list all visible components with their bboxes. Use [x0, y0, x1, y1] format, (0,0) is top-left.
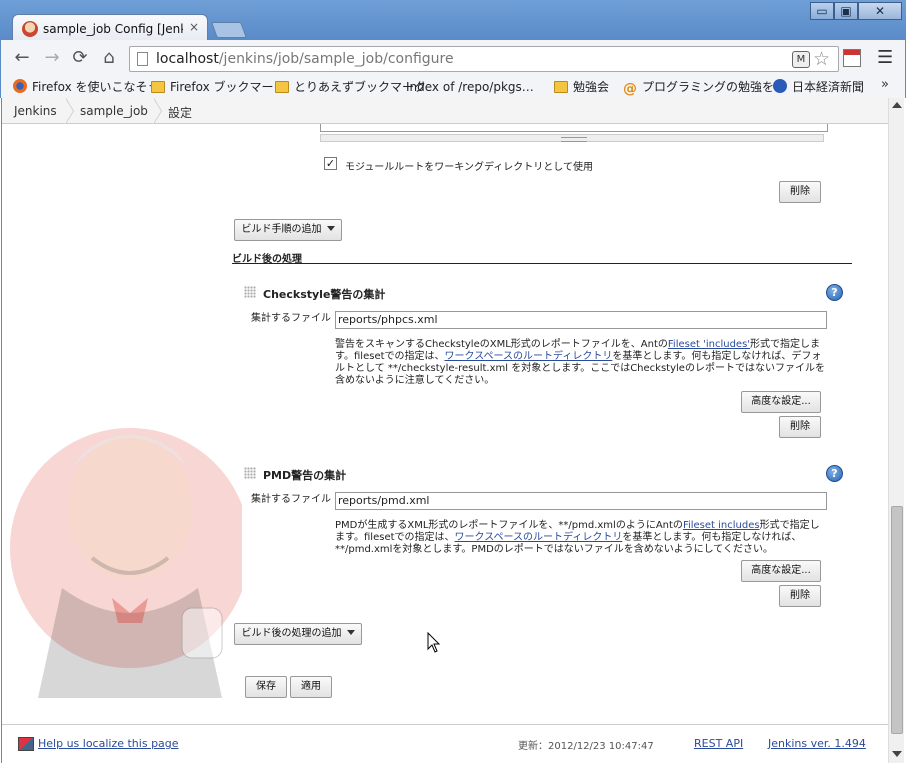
bookmark-item[interactable]: Index of /repo/pkgs…: [406, 78, 534, 189]
vertical-scrollbar[interactable]: [888, 98, 904, 763]
delete-button[interactable]: 削除: [779, 181, 821, 203]
jenkins-butler-icon: [10, 428, 242, 698]
textarea-resize-handle[interactable]: [320, 134, 824, 142]
jenkins-favicon-icon: [22, 21, 38, 37]
reload-icon[interactable]: ⟳: [69, 48, 91, 70]
calendar-extension-icon[interactable]: [843, 49, 861, 67]
bookmark-label: 勉強会: [573, 80, 610, 94]
breadcrumb-jenkins[interactable]: Jenkins: [14, 104, 57, 118]
pmd-title: PMD警告の集計: [263, 469, 347, 482]
bookmark-star-icon[interactable]: ☆: [813, 48, 830, 70]
bookmark-item[interactable]: とりあえずブックマーク: [275, 78, 426, 96]
browser-menu-icon[interactable]: ☰: [877, 47, 893, 68]
bookmark-label: 日本経済新聞: [792, 80, 865, 94]
folder-icon: [151, 81, 165, 93]
bookmark-label: Firefox を使いこなそう: [32, 80, 160, 94]
tab-title: sample_job Config [Jenkins: [43, 22, 183, 36]
delete-button[interactable]: 削除: [779, 585, 821, 607]
page-icon: [137, 52, 148, 66]
delete-button[interactable]: 削除: [779, 416, 821, 438]
help-icon[interactable]: ?: [826, 465, 843, 482]
help-text-part: PMDが生成するXML形式のレポートファイルを、**/pmd.xmlのようにAn…: [335, 520, 683, 531]
checkstyle-title: Checkstyle警告の集計: [263, 288, 386, 301]
bookmark-item[interactable]: Firefox ブックマーク: [151, 78, 286, 96]
pmd-field-label: 集計するファイル: [251, 494, 331, 505]
new-tab-button[interactable]: [211, 22, 247, 38]
bookmarks-bar: Firefox を使いこなそう Firefox ブックマーク とりあえずブックマ…: [0, 76, 906, 189]
paw-icon: [773, 79, 787, 93]
module-root-checkbox[interactable]: ✓: [324, 157, 337, 170]
tab-close-icon[interactable]: ×: [189, 20, 199, 34]
at-icon: @: [623, 81, 637, 97]
pmd-help-text: PMDが生成するXML形式のレポートファイルを、**/pmd.xmlのようにAn…: [335, 520, 825, 556]
browser-tab[interactable]: sample_job Config [Jenkins ×: [12, 14, 208, 42]
url-text: localhost/jenkins/job/sample_job/configu…: [156, 51, 454, 67]
home-icon[interactable]: ⌂: [98, 48, 120, 70]
post-build-section-header: ビルド後の処理: [232, 250, 852, 265]
module-root-label: モジュールルートをワーキングディレクトリとして使用: [345, 162, 593, 173]
jenkins-version-link[interactable]: Jenkins ver. 1.494: [768, 737, 866, 750]
window-titlebar: sample_job Config [Jenkins × ▭ ▣ ✕: [0, 0, 906, 42]
breadcrumb-separator: [65, 98, 76, 124]
pmd-pattern-input[interactable]: reports/pmd.xml: [335, 492, 827, 510]
maximize-button[interactable]: ▣: [834, 2, 858, 20]
scroll-up-icon[interactable]: [892, 102, 902, 108]
forward-arrow-icon[interactable]: →: [41, 48, 63, 70]
bookmark-label: Firefox ブックマーク: [170, 80, 286, 94]
scroll-down-icon[interactable]: [892, 751, 902, 757]
checkstyle-pattern-input[interactable]: reports/phpcs.xml: [335, 311, 827, 329]
help-icon[interactable]: ?: [826, 284, 843, 301]
add-post-build-label: ビルド後の処理の追加: [241, 628, 342, 639]
url-path: /jenkins/job/sample_job/configure: [218, 51, 454, 67]
bookmark-item[interactable]: 勉強会: [554, 78, 609, 96]
extension-icon[interactable]: M: [792, 51, 810, 68]
apply-button[interactable]: 適用: [290, 676, 332, 698]
mouse-cursor-icon: [427, 632, 441, 653]
close-window-button[interactable]: ✕: [858, 2, 902, 20]
bookmarks-more-icon[interactable]: »: [881, 77, 889, 92]
back-arrow-icon[interactable]: ←: [11, 48, 33, 70]
add-build-step-button[interactable]: ビルド手順の追加: [234, 219, 342, 241]
advanced-settings-button[interactable]: 高度な設定...: [741, 560, 821, 582]
drag-handle-icon[interactable]: [244, 467, 256, 479]
checkstyle-field-label: 集計するファイル: [251, 313, 331, 324]
firefox-icon: [13, 79, 27, 93]
bookmark-item[interactable]: @ プログラミングの勉強を…: [623, 78, 786, 96]
workspace-root-link[interactable]: ワークスペースのルートディレクトリ: [445, 351, 613, 362]
help-text-part: 警告をスキャンするCheckstyleのXML形式のレポートファイルを、Antの: [335, 339, 668, 350]
bookmark-label: プログラミングの勉強を…: [642, 80, 787, 94]
bookmark-item[interactable]: 日本経済新聞: [773, 78, 864, 96]
last-updated-text: 更新：2012/12/23 10:47:47: [518, 741, 654, 752]
scroll-thumb[interactable]: [891, 506, 903, 734]
chevron-down-icon: [346, 630, 355, 635]
add-post-build-button[interactable]: ビルド後の処理の追加: [234, 623, 362, 645]
localize-flag-icon: [18, 737, 34, 751]
chevron-down-icon: [326, 226, 335, 231]
minimize-button[interactable]: ▭: [810, 2, 834, 20]
localize-link[interactable]: Help us localize this page: [38, 737, 179, 750]
breadcrumb: Jenkins sample_job 設定: [2, 98, 888, 124]
workspace-root-link[interactable]: ワークスペースのルートディレクトリ: [455, 532, 623, 543]
breadcrumb-job[interactable]: sample_job: [80, 104, 148, 118]
checkstyle-help-text: 警告をスキャンするCheckstyleのXML形式のレポートファイルを、Antの…: [335, 339, 825, 387]
address-bar[interactable]: localhost/jenkins/job/sample_job/configu…: [129, 46, 839, 72]
folder-icon: [554, 81, 568, 93]
advanced-settings-button[interactable]: 高度な設定...: [741, 391, 821, 413]
save-button[interactable]: 保存: [245, 676, 287, 698]
breadcrumb-separator: [153, 98, 164, 124]
fileset-includes-link[interactable]: Fileset 'includes': [668, 339, 750, 350]
bookmark-item[interactable]: Firefox を使いこなそう: [13, 78, 160, 96]
add-build-step-label: ビルド手順の追加: [241, 224, 322, 235]
breadcrumb-configure[interactable]: 設定: [168, 104, 192, 121]
textarea-bottom[interactable]: [320, 124, 828, 132]
drag-handle-icon[interactable]: [244, 286, 256, 298]
bookmark-label: Index of /repo/pkgs…: [406, 80, 534, 94]
page-content: Jenkins sample_job 設定 ✓ モジュールルートをワーキングディ…: [1, 98, 904, 763]
rest-api-link[interactable]: REST API: [694, 737, 743, 750]
fileset-includes-link[interactable]: Fileset includes: [683, 520, 760, 531]
browser-toolbar: ← → ⟳ ⌂ localhost/jenkins/job/sample_job…: [0, 40, 906, 76]
page-footer: Help us localize this page 更新：2012/12/23…: [2, 724, 888, 763]
url-host: localhost: [156, 51, 219, 67]
folder-icon: [275, 81, 289, 93]
